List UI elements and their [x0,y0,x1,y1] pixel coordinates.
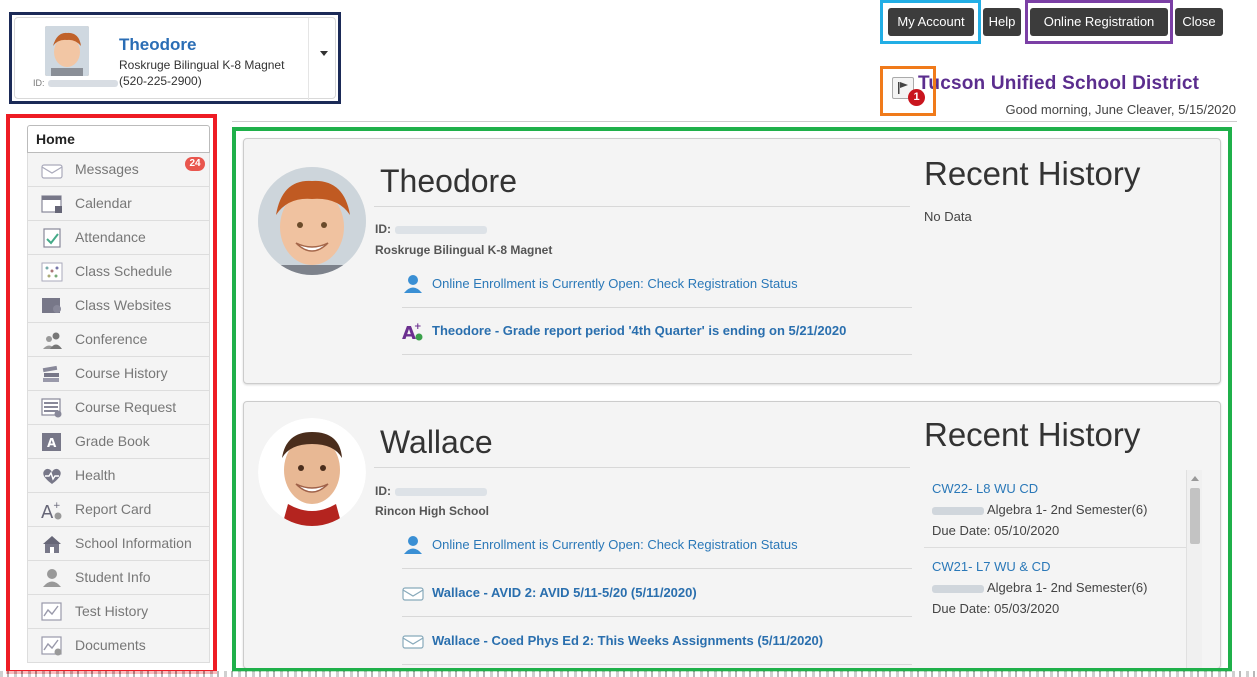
my-account-button[interactable]: My Account [888,8,974,36]
name-divider [374,206,910,207]
sidebar-item-messages[interactable]: Messages 24 [27,153,210,187]
report-card-icon: A + [41,501,62,520]
attendance-icon [43,228,61,248]
sidebar-item-student-info[interactable]: Student Info [27,561,210,595]
greeting-text: Good morning, June Cleaver, 5/15/2020 [1005,102,1236,117]
student-school: Roskruge Bilingual K-8 Magnet [375,243,553,257]
notification-divider [402,568,912,569]
student-name: Wallace [380,424,493,460]
sidebar-item-health[interactable]: Health [27,459,210,493]
help-button[interactable]: Help [983,8,1021,36]
recent-history-list[interactable]: CW22- L8 WU CD Algebra 1- 2nd Semester(6… [924,470,1186,670]
sidebar-item-course-history[interactable]: Course History [27,357,210,391]
student-id: ID: [375,222,487,236]
sidebar-item-grade-book[interactable]: A Grade Book [27,425,210,459]
enrollment-notification-link[interactable]: Online Enrollment is Currently Open: Che… [402,532,912,558]
course-request-icon [41,398,62,418]
class-websites-icon [42,298,61,313]
notification-divider [402,354,912,355]
notification-divider [402,664,912,665]
chevron-down-icon[interactable] [320,51,328,56]
enrollment-notification-link[interactable]: Online Enrollment is Currently Open: Che… [402,271,912,297]
message-icon [402,587,424,601]
phys-ed-message-link[interactable]: Wallace - Coed Phys Ed 2: This Weeks Ass… [402,628,912,654]
name-divider [374,467,910,468]
sidebar-item-report-card[interactable]: A + Report Card [27,493,210,527]
grade-report-notification-link[interactable]: A + Theodore - Grade report period '4th Q… [402,318,912,344]
online-registration-button[interactable]: Online Registration [1030,8,1168,36]
scroll-up-arrow-icon[interactable] [1191,476,1199,481]
picker-phone: (520-225-2900) [119,74,202,88]
student-school: Rincon High School [375,504,489,518]
bottom-edge-strip [0,671,1257,677]
sidebar-nav: Home Messages 24 Calendar Attendance Cla… [27,125,210,663]
student-id: ID: [375,484,487,498]
student-card-wallace: Wallace ID: Rincon High School Online En… [243,401,1221,670]
sidebar-item-home[interactable]: Home [27,125,210,153]
recent-history-title: Recent History [924,155,1141,192]
grade-book-icon: A [42,433,61,451]
documents-icon [41,636,62,656]
recent-history-title: Recent History [924,416,1141,453]
student-photo [258,418,366,526]
student-card-theodore: Theodore ID: Roskruge Bilingual K-8 Magn… [243,138,1221,384]
avid-message-link[interactable]: Wallace - AVID 2: AVID 5/11-5/20 (5/11/2… [402,580,912,606]
scrollbar-thumb[interactable] [1190,488,1200,544]
enrollment-icon [404,275,422,293]
student-name: Theodore [380,163,517,199]
recent-history-empty: No Data [924,209,972,224]
calendar-icon [41,195,62,213]
svg-text:+: + [414,322,422,332]
recent-history-item: CW21- L7 WU & CD Algebra 1- 2nd Semester… [924,547,1186,625]
student-photo [258,167,366,275]
header-divider [232,121,1237,122]
conference-icon [43,332,62,349]
school-information-icon [43,536,61,553]
message-icon [402,635,424,649]
class-schedule-icon [41,262,63,282]
recent-history-scrollbar[interactable] [1186,470,1202,670]
student-info-icon [43,569,61,587]
svg-text:+: + [53,501,61,511]
assignment-link[interactable]: CW21- L7 WU & CD [932,556,1180,577]
recent-history-item: CW22- L8 WU CD Algebra 1- 2nd Semester(6… [924,470,1186,547]
picker-id: ID: [33,78,118,88]
course-history-icon [42,365,59,382]
student-picker[interactable]: Theodore Roskruge Bilingual K-8 Magnet (… [14,17,336,100]
sidebar-item-calendar[interactable]: Calendar [27,187,210,221]
picker-divider [308,18,309,100]
sidebar-item-school-information[interactable]: School Information [27,527,210,561]
sidebar-item-documents[interactable]: Documents [27,629,210,663]
assignment-link[interactable]: CW22- L8 WU CD [932,478,1180,499]
notification-divider [402,307,912,308]
sidebar-item-class-websites[interactable]: Class Websites [27,289,210,323]
sidebar-item-attendance[interactable]: Attendance [27,221,210,255]
student-avatar [45,26,89,76]
test-history-icon [41,602,62,621]
district-name: Tucson Unified School District [918,73,1200,94]
sidebar-item-course-request[interactable]: Course Request [27,391,210,425]
notification-divider [402,616,912,617]
health-icon [43,468,61,484]
close-button[interactable]: Close [1175,8,1223,36]
messages-count-badge: 24 [185,157,205,171]
svg-text:A: A [47,436,57,450]
picker-school: Roskruge Bilingual K-8 Magnet [119,58,285,72]
messages-icon [41,164,63,179]
grade-report-icon: A+ [402,322,423,341]
sidebar-item-conference[interactable]: Conference [27,323,210,357]
sidebar-item-class-schedule[interactable]: Class Schedule [27,255,210,289]
sidebar-item-test-history[interactable]: Test History [27,595,210,629]
enrollment-icon [404,536,422,554]
notification-count-badge: 1 [908,89,925,106]
notifications-button[interactable]: 1 [885,71,933,113]
picker-student-name: Theodore [119,35,197,54]
